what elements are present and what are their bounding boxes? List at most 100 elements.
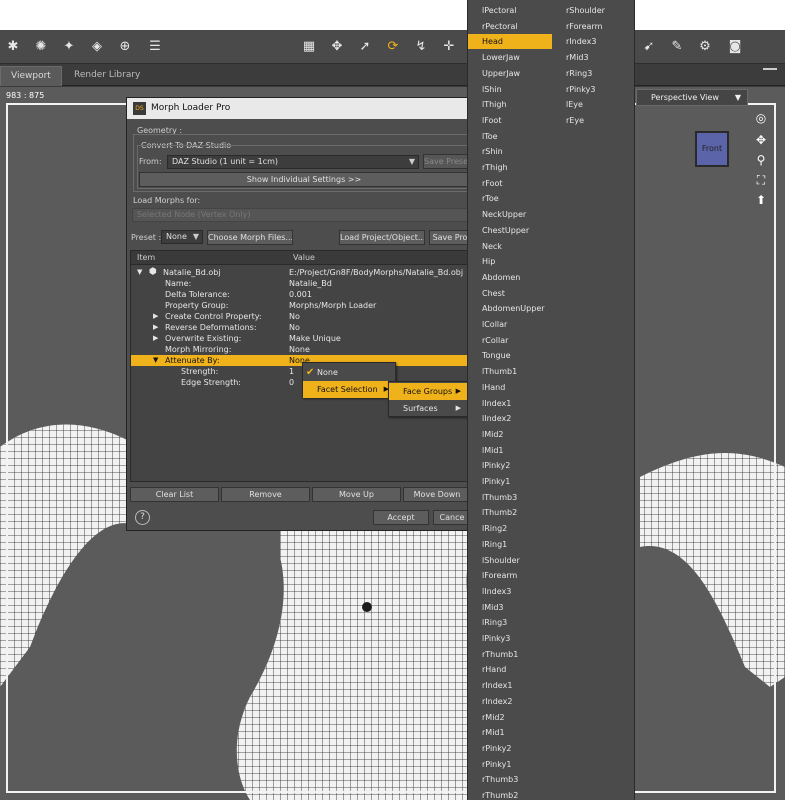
cancel-button[interactable]: Cance [433, 510, 471, 525]
face-group-item[interactable]: lEye [552, 97, 636, 112]
tab-viewport[interactable]: Viewport [0, 66, 62, 86]
menu-item-facet-selection[interactable]: Facet Selection ▶ [303, 381, 395, 398]
expand-arrow-icon[interactable]: ▼ [153, 355, 158, 366]
spotlight-icon[interactable]: ✺ [32, 38, 50, 56]
grid-tool-icon[interactable]: ▦ [300, 38, 318, 56]
help-icon[interactable]: ? [135, 510, 150, 525]
face-group-item[interactable]: rIndex2 [468, 694, 552, 709]
load-project-button[interactable]: Load Project/Object... [339, 230, 425, 245]
face-group-item[interactable]: LowerJaw [468, 50, 552, 65]
face-group-item[interactable]: rThumb1 [468, 647, 552, 662]
camera-pan-icon[interactable]: ✥ [754, 133, 768, 147]
tab-render-library[interactable]: Render Library [64, 66, 150, 86]
face-group-item[interactable]: lThumb3 [468, 490, 552, 505]
face-group-item[interactable]: rHand [468, 662, 552, 677]
face-group-item[interactable]: Hip [468, 254, 552, 269]
translate-tool-icon[interactable]: ↯ [412, 38, 430, 56]
face-group-item[interactable]: lShin [468, 82, 552, 97]
face-group-item[interactable]: lMid1 [468, 443, 552, 458]
show-individual-settings-button[interactable]: Show Individual Settings >> [139, 172, 469, 187]
expand-arrow-icon[interactable]: ▶ [153, 311, 158, 322]
dialog-titlebar[interactable]: DS Morph Loader Pro [127, 98, 470, 119]
save-project-button[interactable]: Save Pro [429, 230, 471, 245]
expand-arrow-icon[interactable]: ▼ [137, 267, 142, 278]
preset-dropdown[interactable]: None ▼ [161, 230, 203, 244]
paint-brush-icon[interactable]: ✎ [668, 38, 686, 56]
face-group-item[interactable]: lPectoral [468, 3, 552, 18]
face-group-item[interactable]: Head [468, 34, 552, 50]
menu-item-face-groups[interactable]: Face Groups ▶ [389, 383, 467, 400]
camera-rotate-icon[interactable]: ◎ [754, 111, 768, 125]
face-group-item[interactable]: lRing2 [468, 521, 552, 536]
face-group-item[interactable]: Abdomen [468, 270, 552, 285]
move-down-button[interactable]: Move Down [403, 487, 471, 502]
render-camera-icon[interactable]: ◙ [726, 38, 744, 56]
panel-list-icon[interactable]: ☰ [146, 38, 164, 56]
node-pointer-icon[interactable]: ➹ [640, 38, 658, 56]
move-tool-icon[interactable]: ✛ [440, 38, 458, 56]
morph-tree[interactable]: Item Value ▼ ⬢ Natalie_Bd.obj E:/Project… [130, 250, 470, 482]
face-group-item[interactable]: Tongue [468, 348, 552, 363]
camera-reset-icon[interactable]: ⬆ [754, 193, 768, 207]
face-group-item[interactable]: Chest [468, 286, 552, 301]
face-group-item[interactable]: lToe [468, 129, 552, 144]
face-group-item[interactable]: UpperJaw [468, 66, 552, 81]
face-group-item[interactable]: lPinky3 [468, 631, 552, 646]
face-group-item[interactable]: rThumb3 [468, 772, 552, 787]
face-group-item[interactable]: rShin [468, 144, 552, 159]
face-group-item[interactable]: lPinky2 [468, 458, 552, 473]
face-group-item[interactable]: lMid2 [468, 427, 552, 442]
face-group-item[interactable]: lThumb2 [468, 505, 552, 520]
face-group-item[interactable]: lRing1 [468, 537, 552, 552]
face-group-item[interactable]: rCollar [468, 333, 552, 348]
tree-row-file[interactable]: ▼ ⬢ Natalie_Bd.obj E:/Project/Gn8F/BodyM… [131, 267, 469, 278]
face-group-item[interactable]: lShoulder [468, 553, 552, 568]
rotate-tool-icon[interactable]: ⟳ [384, 38, 402, 56]
face-group-item[interactable]: lHand [468, 380, 552, 395]
face-group-item[interactable]: rPinky3 [552, 82, 636, 97]
face-group-item[interactable]: rFoot [468, 176, 552, 191]
render-settings-icon[interactable]: ⚙ [696, 38, 714, 56]
tree-row-attenuate[interactable]: ▼ Attenuate By: None [131, 355, 469, 366]
face-group-item[interactable]: rThumb2 [468, 788, 552, 800]
face-group-item[interactable]: rMid2 [468, 710, 552, 725]
face-group-item[interactable]: lThigh [468, 97, 552, 112]
face-group-item[interactable]: lIndex1 [468, 396, 552, 411]
tree-row[interactable]: ▶ Create Control Property: No [131, 311, 469, 322]
expand-arrow-icon[interactable]: ▶ [153, 333, 158, 344]
accept-button[interactable]: Accept [373, 510, 429, 525]
face-group-item[interactable]: rEye [552, 113, 636, 128]
face-group-item[interactable]: Neck [468, 239, 552, 254]
frame-icon[interactable]: ⛶ [754, 173, 768, 187]
menu-item-surfaces[interactable]: Surfaces ▶ [389, 400, 467, 417]
face-group-item[interactable]: rThigh [468, 160, 552, 175]
face-group-item[interactable]: rForearm [552, 19, 636, 34]
camera-zoom-icon[interactable]: ⚲ [754, 153, 768, 167]
remove-button[interactable]: Remove [221, 487, 310, 502]
tab-menu-icon[interactable] [763, 68, 777, 80]
tree-row[interactable]: Name: Natalie_Bd [131, 278, 469, 289]
tree-row[interactable]: Delta Tolerance: 0.001 [131, 289, 469, 300]
face-group-item[interactable]: ChestUpper [468, 223, 552, 238]
clear-list-button[interactable]: Clear List [130, 487, 219, 502]
face-group-item[interactable]: lMid3 [468, 600, 552, 615]
face-group-item[interactable]: rPectoral [468, 19, 552, 34]
face-group-item[interactable]: lRing3 [468, 615, 552, 630]
face-group-item[interactable]: rIndex1 [468, 678, 552, 693]
tree-row[interactable]: Strength: 1 [131, 366, 469, 377]
face-group-item[interactable]: lThumb1 [468, 364, 552, 379]
face-group-item[interactable]: lIndex3 [468, 584, 552, 599]
face-group-item[interactable]: rToe [468, 191, 552, 206]
face-group-item[interactable]: rMid3 [552, 50, 636, 65]
universal-tool-icon[interactable]: ✥ [328, 38, 346, 56]
face-group-item[interactable]: AbdomenUpper [468, 301, 552, 316]
tree-row[interactable]: Morph Mirroring: None [131, 344, 469, 355]
wand-icon[interactable]: ✦ [60, 38, 78, 56]
view-cube[interactable]: Front [695, 131, 729, 167]
face-group-item[interactable]: lPinky1 [468, 474, 552, 489]
face-group-item[interactable]: lFoot [468, 113, 552, 128]
face-group-item[interactable]: lForearm [468, 568, 552, 583]
expand-arrow-icon[interactable]: ▶ [153, 322, 158, 333]
face-group-item[interactable]: rRing3 [552, 66, 636, 81]
target-icon[interactable]: ⊕ [116, 38, 134, 56]
